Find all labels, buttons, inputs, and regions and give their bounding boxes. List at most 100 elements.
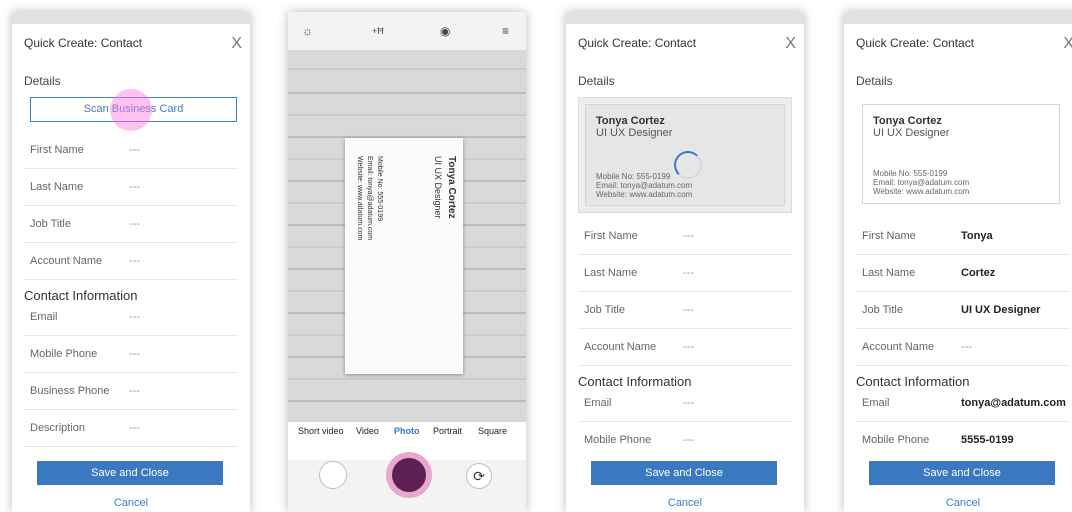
field-value: --- — [961, 341, 972, 353]
field-label: Mobile Phone — [862, 434, 930, 446]
business-card-photo: Tonya Cortez UI UX Designer Mobile No: 5… — [345, 138, 463, 374]
field-label: Last Name — [30, 181, 84, 193]
details-section-heading: Details — [24, 74, 61, 88]
field-description[interactable]: Description --- — [24, 410, 238, 447]
form-title: Quick Create: Contact — [24, 36, 143, 50]
field-last-name[interactable]: Last Name --- — [578, 255, 792, 292]
field-account-name[interactable]: Account Name --- — [856, 329, 1070, 366]
close-icon[interactable]: X — [231, 36, 242, 52]
field-label: Business Phone — [30, 385, 110, 397]
save-and-close-button[interactable]: Save and Close — [869, 461, 1055, 485]
close-icon[interactable]: X — [785, 36, 796, 52]
settings-icon[interactable]: ☼ — [302, 24, 313, 38]
switch-camera-icon[interactable]: ⟳ — [466, 463, 492, 489]
card-name: Tonya Cortez — [596, 115, 665, 127]
hdr-icon[interactable]: +Ħ — [372, 26, 384, 36]
form-title: Quick Create: Contact — [578, 36, 697, 50]
field-job-title[interactable]: Job Title UI UX Designer — [856, 292, 1070, 329]
field-value: --- — [129, 311, 140, 323]
field-business-phone[interactable]: Business Phone --- — [24, 373, 238, 410]
field-label: Email — [862, 397, 890, 409]
field-email[interactable]: Email tonya@adatum.com — [856, 385, 1070, 422]
field-value: --- — [683, 304, 694, 316]
field-value: Cortez — [961, 267, 996, 279]
field-value: --- — [683, 397, 694, 409]
card-role: UI UX Designer — [873, 127, 950, 139]
shutter-icon[interactable] — [392, 458, 426, 492]
form-title: Quick Create: Contact — [856, 36, 975, 50]
card-photo-role: UI UX Designer — [433, 156, 443, 219]
field-label: First Name — [584, 230, 638, 242]
field-value: --- — [683, 230, 694, 242]
field-account-name[interactable]: Account Name --- — [578, 329, 792, 366]
field-first-name[interactable]: First Name --- — [578, 218, 792, 255]
field-value: UI UX Designer — [961, 304, 1041, 316]
card-role: UI UX Designer — [596, 127, 673, 139]
mode-photo[interactable]: Photo — [394, 426, 420, 436]
field-label: Job Title — [862, 304, 903, 316]
card-photo-name: Tonya Cortez — [446, 156, 457, 219]
field-label: Mobile Phone — [584, 434, 652, 446]
field-value: --- — [129, 255, 140, 267]
camera-toolbar — [288, 12, 526, 50]
details-section-heading: Details — [578, 74, 615, 88]
camera-viewfinder: Tonya Cortez UI UX Designer Mobile No: 5… — [288, 50, 526, 422]
field-value: --- — [129, 348, 140, 360]
field-value: --- — [129, 385, 140, 397]
field-value: --- — [129, 181, 140, 193]
status-bar — [566, 12, 804, 24]
field-mobile-phone[interactable]: Mobile Phone 5555-0199 — [856, 422, 1070, 458]
field-job-title[interactable]: Job Title --- — [24, 206, 238, 243]
screen-quick-create-processing: Quick Create: Contact X Details Tonya Co… — [566, 12, 804, 512]
card-mobile: Mobile No: 555-0199 — [873, 169, 948, 178]
cancel-link[interactable]: Cancel — [566, 497, 804, 509]
close-icon[interactable]: X — [1063, 36, 1072, 52]
card-preview-scanned: Tonya Cortez UI UX Designer Mobile No: 5… — [862, 104, 1060, 204]
field-value: --- — [683, 434, 694, 446]
menu-icon[interactable]: ≡ — [502, 24, 509, 38]
details-section-heading: Details — [856, 74, 893, 88]
field-value: --- — [683, 267, 694, 279]
mode-video[interactable]: Video — [356, 426, 379, 436]
field-value: --- — [129, 144, 140, 156]
field-mobile-phone[interactable]: Mobile Phone --- — [24, 336, 238, 373]
loading-spinner-icon — [674, 151, 702, 179]
field-value: tonya@adatum.com — [961, 397, 1066, 409]
field-label: Job Title — [30, 218, 71, 230]
field-email[interactable]: Email --- — [578, 385, 792, 422]
field-label: First Name — [30, 144, 84, 156]
field-last-name[interactable]: Last Name --- — [24, 169, 238, 206]
field-last-name[interactable]: Last Name Cortez — [856, 255, 1070, 292]
field-first-name[interactable]: First Name --- — [24, 132, 238, 169]
field-mobile-phone[interactable]: Mobile Phone --- — [578, 422, 792, 458]
screen-quick-create-filled: Quick Create: Contact X Details Tonya Co… — [844, 12, 1072, 512]
field-email[interactable]: Email --- — [24, 299, 238, 336]
mode-portrait[interactable]: Portrait — [433, 426, 462, 436]
mode-square[interactable]: Square — [478, 426, 507, 436]
field-job-title[interactable]: Job Title --- — [578, 292, 792, 329]
field-first-name[interactable]: First Name Tonya — [856, 218, 1070, 255]
field-label: Last Name — [862, 267, 916, 279]
screen-camera: ☼ +Ħ ◉ ≡ Tonya Cortez UI UX Designer Mob… — [288, 12, 526, 512]
save-and-close-button[interactable]: Save and Close — [37, 461, 223, 485]
field-account-name[interactable]: Account Name --- — [24, 243, 238, 280]
screen-quick-create-empty: Quick Create: Contact X Details Scan Bus… — [12, 12, 250, 512]
card-photo-website: Website: www.adatum.com — [356, 156, 363, 241]
field-label: Email — [584, 397, 612, 409]
card-mobile: Mobile No: 555-0199 — [596, 172, 671, 181]
gallery-thumbnail[interactable] — [319, 461, 347, 489]
cancel-link[interactable]: Cancel — [12, 497, 250, 509]
field-value: --- — [129, 218, 140, 230]
save-and-close-button[interactable]: Save and Close — [591, 461, 777, 485]
card-preview-frame: Tonya Cortez UI UX Designer Mobile No: 5… — [578, 97, 792, 213]
live-icon[interactable]: ◉ — [440, 24, 450, 38]
cancel-link[interactable]: Cancel — [844, 497, 1072, 509]
field-label: First Name — [862, 230, 916, 242]
field-label: Account Name — [862, 341, 935, 353]
field-label: Description — [30, 422, 86, 434]
mode-short-video[interactable]: Short video — [298, 426, 344, 436]
field-value: --- — [683, 341, 694, 353]
card-email: Email: tonya@adatum.com — [873, 178, 970, 187]
card-preview-processing: Tonya Cortez UI UX Designer Mobile No: 5… — [585, 104, 785, 206]
field-label: Last Name — [584, 267, 638, 279]
